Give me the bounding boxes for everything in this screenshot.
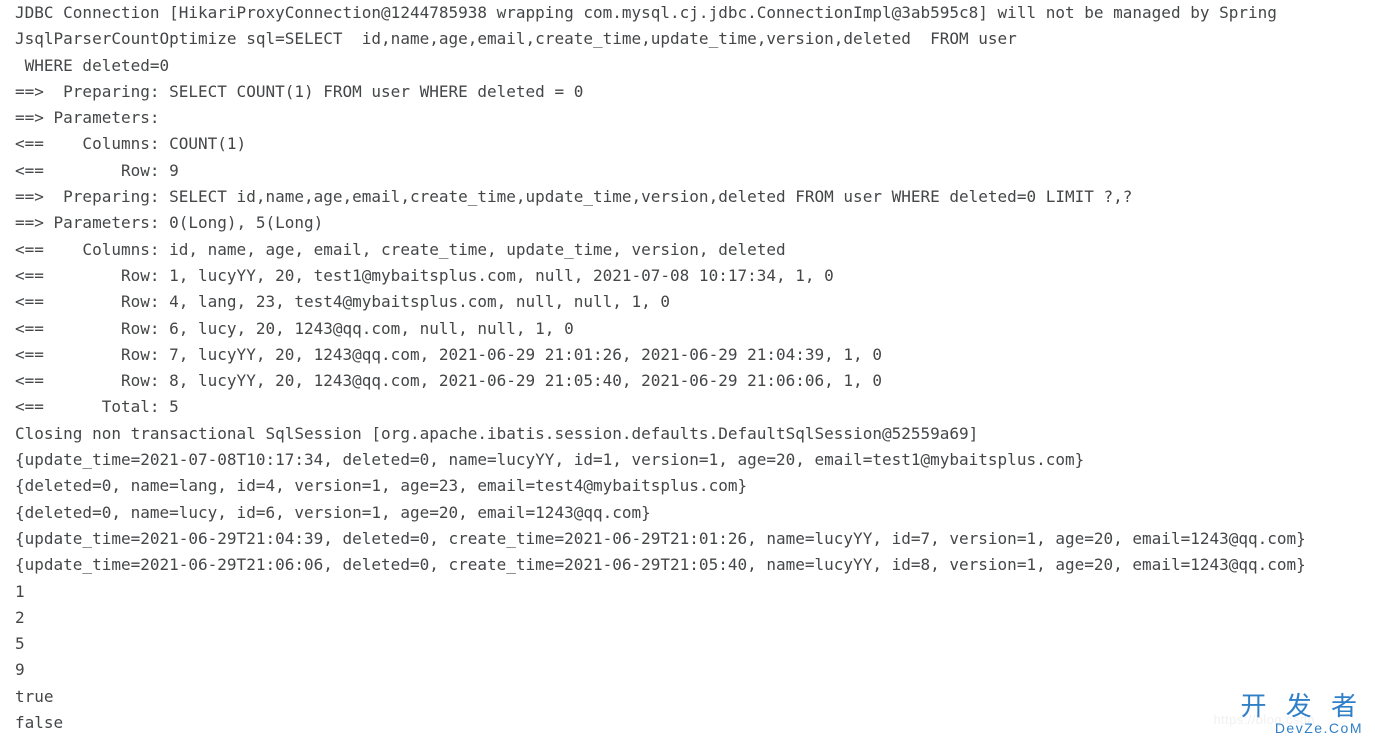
- console-log-output: JDBC Connection [HikariProxyConnection@1…: [0, 0, 1375, 736]
- brand-watermark: 开 发 者 DevZe.CoM: [1241, 693, 1363, 735]
- brand-top: 开 发 者: [1241, 691, 1363, 721]
- brand-sub: DevZe.CoM: [1241, 721, 1363, 735]
